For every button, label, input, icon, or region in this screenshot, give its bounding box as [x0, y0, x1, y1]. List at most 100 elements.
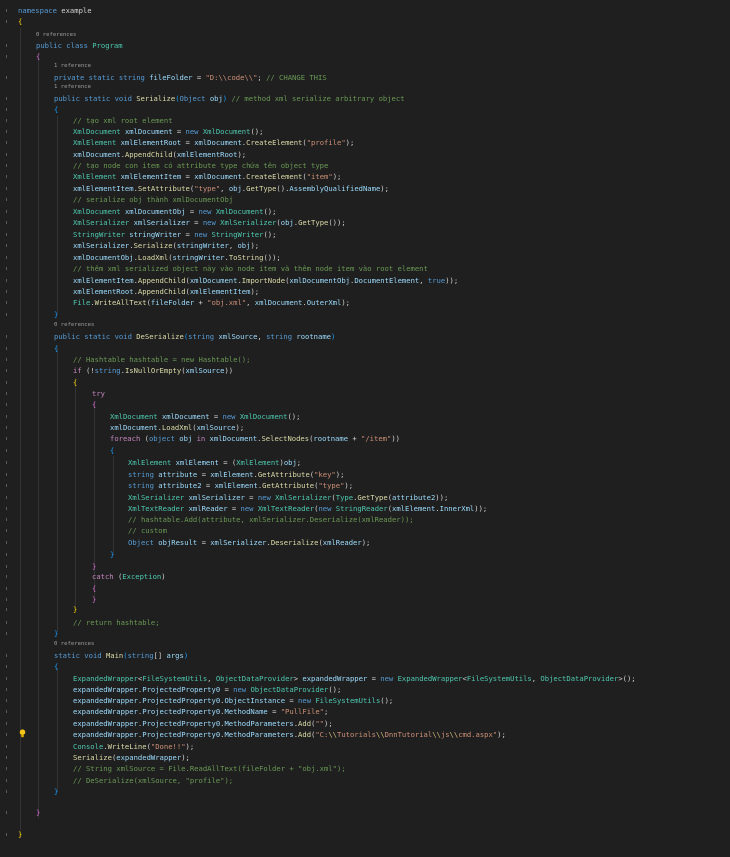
code-line[interactable]: {: [73, 377, 77, 388]
code-token: XmlTextReader: [128, 504, 185, 513]
code-token: ObjectDataProvider: [250, 685, 329, 694]
code-line[interactable]: XmlTextReader xmlReader = new XmlTextRea…: [128, 503, 487, 514]
code-line[interactable]: File.WriteAllText(fileFolder + "obj.xml"…: [73, 297, 350, 308]
code-line[interactable]: namespace example: [18, 5, 92, 16]
code-token: xmlDocument: [209, 434, 258, 443]
code-line[interactable]: // serialize obj thành xmlDocumentObj: [73, 194, 233, 205]
code-token: XmlElement: [128, 458, 172, 467]
code-token: string: [118, 73, 145, 82]
code-line[interactable]: xmlElementRoot.AppendChild(xmlElementIte…: [73, 286, 259, 297]
code-line[interactable]: // Hashtable hashtable = new Hashtable()…: [73, 354, 250, 365]
code-token: string: [266, 332, 293, 341]
code-line[interactable]: XmlElement xmlElementRoot = xmlDocument.…: [73, 137, 354, 148]
code-line[interactable]: expandedWrapper.ProjectedProperty0.Objec…: [73, 695, 393, 706]
code-line[interactable]: // DeSerialize(xmlSource, "profile");: [73, 775, 233, 786]
code-line[interactable]: XmlSerializer xmlSerializer = new XmlSer…: [73, 217, 346, 228]
code-line[interactable]: Console.WriteLine("Done!!");: [73, 741, 194, 752]
code-line[interactable]: }: [110, 549, 114, 560]
code-token: "C:: [315, 730, 329, 739]
code-token: ObjectInstance: [224, 696, 286, 705]
code-line[interactable]: foreach (object obj in xmlDocument.Selec…: [110, 433, 400, 444]
gutter-marker: [6, 153, 7, 156]
code-line[interactable]: // custom: [128, 525, 167, 536]
code-line[interactable]: expandedWrapper.ProjectedProperty0 = new…: [73, 684, 341, 695]
code-lens-references[interactable]: 0 references: [54, 640, 94, 649]
code-token: attribute: [158, 470, 198, 479]
code-line[interactable]: // thêm xml serialized object này vào no…: [73, 263, 428, 274]
code-token: }: [92, 562, 97, 571]
code-line[interactable]: }: [92, 594, 96, 605]
code-line[interactable]: {: [54, 661, 58, 672]
gutter-marker: [6, 279, 7, 282]
code-line[interactable]: // return hashtable;: [73, 617, 160, 628]
code-line[interactable]: }: [54, 309, 58, 320]
code-line[interactable]: xmlElementItem.AppendChild(xmlDocument.I…: [73, 275, 458, 286]
code-line[interactable]: {: [54, 104, 58, 115]
code-line[interactable]: }: [36, 807, 40, 818]
code-token: StringWriter: [73, 230, 125, 239]
code-line[interactable]: private static string fileFolder = "D:\\…: [54, 72, 327, 83]
code-lens-references[interactable]: 1 reference: [54, 62, 91, 71]
code-line[interactable]: ExpandedWrapper<FileSystemUtils, ObjectD…: [73, 673, 636, 684]
code-token: new: [202, 218, 216, 227]
code-line[interactable]: expandedWrapper.ProjectedProperty0.Metho…: [73, 729, 506, 740]
code-line[interactable]: xmlDocument.AppendChild(xmlElementRoot);: [73, 149, 246, 160]
code-line[interactable]: public static void Serialize(Object obj)…: [54, 93, 405, 104]
code-line[interactable]: StringWriter stringWriter = new StringWr…: [73, 229, 276, 240]
code-line[interactable]: XmlSerializer xmlSerializer = new XmlSer…: [128, 492, 448, 503]
code-line[interactable]: try: [92, 388, 105, 399]
code-line[interactable]: // tạo xml root element: [73, 115, 173, 126]
code-line[interactable]: // String xmlSource = File.ReadAllText(f…: [73, 763, 346, 774]
code-token: CreateElement: [246, 172, 303, 181]
code-line[interactable]: }: [54, 786, 58, 797]
code-line[interactable]: string attribute = xmlElement.GetAttribu…: [128, 469, 344, 480]
code-token: AppendChild: [137, 276, 186, 285]
code-token: );: [237, 150, 247, 159]
code-token: namespace: [18, 6, 57, 15]
code-line[interactable]: XmlDocument xmlDocument = new XmlDocumen…: [110, 411, 300, 422]
code-line[interactable]: {: [92, 583, 96, 594]
code-line[interactable]: }: [73, 604, 77, 615]
code-token: xmlElementItem: [189, 287, 251, 296]
code-token: =: [244, 493, 258, 502]
code-line[interactable]: static void Main(string[] args): [54, 650, 188, 661]
code-line[interactable]: xmlElementItem.SetAttribute("type", obj.…: [73, 183, 389, 194]
code-editor[interactable]: 0 references 1 reference 1 reference 0 refe…: [0, 0, 730, 857]
code-line[interactable]: public static void DeSerialize(string xm…: [54, 331, 335, 342]
code-lens-references[interactable]: 0 references: [36, 31, 76, 40]
code-line[interactable]: }: [18, 829, 22, 840]
code-line[interactable]: xmlDocument.LoadXml(xmlSource);: [110, 422, 244, 433]
code-line[interactable]: {: [110, 445, 114, 456]
code-token: DocumentElement: [354, 276, 420, 285]
code-line[interactable]: // tạo node con item có attribute type c…: [73, 160, 328, 171]
code-line[interactable]: {: [18, 16, 22, 27]
code-line[interactable]: catch (Exception): [92, 571, 166, 582]
lightbulb-icon[interactable]: [19, 729, 26, 738]
code-line[interactable]: {: [36, 51, 40, 62]
code-line[interactable]: {: [92, 399, 96, 410]
code-line[interactable]: XmlDocument xmlDocumentObj = new XmlDocu…: [73, 206, 276, 217]
code-line[interactable]: public class Program: [36, 40, 123, 51]
code-lens-references[interactable]: 0 references: [54, 321, 94, 330]
code-line[interactable]: string attribute2 = xmlElement.GetAttrib…: [128, 480, 353, 491]
code-line[interactable]: Object objResult = xmlSerializer.Deseria…: [128, 537, 370, 548]
code-token: object: [148, 434, 175, 443]
code-line[interactable]: if (!string.IsNullOrEmpty(xmlSource)): [73, 365, 233, 376]
code-token: in: [196, 434, 206, 443]
code-line[interactable]: XmlElement xmlElementItem = xmlDocument.…: [73, 171, 341, 182]
code-token: string: [128, 470, 154, 479]
code-line[interactable]: Serialize(expandedWrapper);: [73, 752, 190, 763]
code-line[interactable]: }: [54, 628, 58, 639]
code-token: OuterXml: [306, 298, 342, 307]
code-line[interactable]: xmlDocumentObj.LoadXml(stringWriter.ToSt…: [73, 252, 281, 263]
code-line[interactable]: XmlDocument xmlDocument = new XmlDocumen…: [73, 126, 263, 137]
code-lens-references[interactable]: 1 reference: [54, 83, 91, 92]
code-line[interactable]: expandedWrapper.ProjectedProperty0.Metho…: [73, 706, 328, 717]
code-line[interactable]: {: [54, 343, 58, 354]
code-line[interactable]: expandedWrapper.ProjectedProperty0.Metho…: [73, 718, 333, 729]
code-token: []: [153, 651, 167, 660]
code-token: XmlSerializer: [275, 493, 332, 502]
code-line[interactable]: // hashtable.Add(attribute, xmlSerialize…: [128, 514, 414, 525]
code-line[interactable]: xmlSerializer.Serialize(stringWriter, ob…: [73, 240, 259, 251]
code-line[interactable]: XmlElement xmlElement = (XmlElement)obj;: [128, 457, 301, 468]
